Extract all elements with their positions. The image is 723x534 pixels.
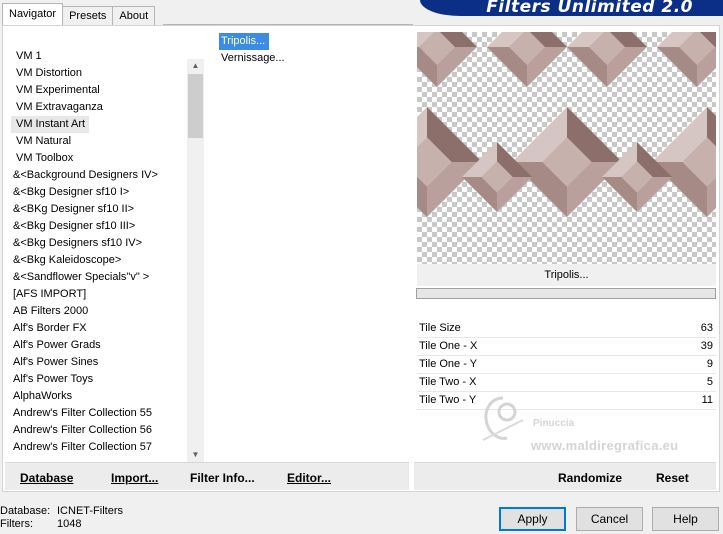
category-item[interactable]: &<Background Designers IV> <box>11 167 187 184</box>
database-label: Database: <box>0 505 51 517</box>
category-item[interactable]: Andrew's Filter Collection 57 <box>11 439 187 456</box>
parameter-value[interactable]: 39 <box>701 338 713 355</box>
category-item[interactable]: VM 1 <box>11 48 187 65</box>
tab-bar: Navigator Presets About <box>2 3 156 25</box>
banner-title: Filters Unlimited 2.0 <box>486 0 693 16</box>
category-item[interactable]: VM Distortion <box>11 65 187 82</box>
category-item[interactable]: &<Bkg Designers sf10 IV> <box>11 235 187 252</box>
watermark-url: www.maldiregrafica.eu <box>531 438 679 453</box>
footer-info: Database: ICNET-Filters Filters: 1048 <box>0 505 123 531</box>
preview-tile <box>417 107 482 217</box>
watermark-logo-icon <box>482 396 524 441</box>
database-button[interactable]: Database <box>20 471 73 485</box>
toolbar: Database Import... Filter Info... Editor… <box>5 462 717 490</box>
filter-item[interactable]: Tripolis... <box>219 33 270 50</box>
preview-tile <box>567 32 647 87</box>
filter-item[interactable]: Vernissage... <box>219 50 409 67</box>
preview-tile <box>487 32 567 87</box>
category-item[interactable]: VM Experimental <box>11 82 187 99</box>
scroll-thumb[interactable] <box>188 74 203 138</box>
preview-tile <box>417 32 477 87</box>
parameter-row[interactable]: Tile Size 63 <box>417 320 716 338</box>
filter-info-button[interactable]: Filter Info... <box>190 471 255 485</box>
filters-label: Filters: <box>0 518 33 530</box>
tab-presets[interactable]: Presets <box>62 6 114 25</box>
category-item[interactable]: AB Filters 2000 <box>11 303 187 320</box>
tab-navigator[interactable]: Navigator <box>2 3 64 25</box>
category-item[interactable]: Alf's Power Sines <box>11 354 187 371</box>
filter-list[interactable]: Tripolis... Vernissage... <box>219 33 409 67</box>
preview-tile <box>512 107 622 217</box>
watermark-name: Pinuccia <box>533 418 575 429</box>
category-item[interactable]: VM Instant Art <box>11 116 90 133</box>
parameter-name: Tile Two - X <box>419 376 477 388</box>
preview-tile <box>652 107 716 217</box>
category-item[interactable]: VM Toolbox <box>11 150 187 167</box>
scroll-up-icon[interactable]: ▲ <box>187 59 204 73</box>
category-item[interactable]: Andrew's Filter Collection 56 <box>11 422 187 439</box>
category-item[interactable]: &<Bkg Designer sf10 I> <box>11 184 187 201</box>
scroll-down-icon[interactable]: ▼ <box>187 448 204 462</box>
parameter-row[interactable]: Tile One - X 39 <box>417 338 716 356</box>
editor-button[interactable]: Editor... <box>287 471 331 485</box>
import-button[interactable]: Import... <box>111 471 158 485</box>
toolbar-left: Database Import... Filter Info... Editor… <box>5 462 409 490</box>
apply-button[interactable]: Apply <box>499 507 566 531</box>
progress-bar <box>416 288 716 299</box>
help-button[interactable]: Help <box>652 507 719 531</box>
tab-about[interactable]: About <box>112 6 156 25</box>
parameter-name: Tile Size <box>419 322 461 334</box>
category-item[interactable]: VM Extravaganza <box>11 99 187 116</box>
watermark: Pinuccia www.maldiregrafica.eu <box>473 386 713 456</box>
category-item[interactable]: &<Sandflower Specials"v" > <box>11 269 187 286</box>
category-list[interactable]: VM 1 VM Distortion VM Experimental VM Extra… <box>11 48 187 458</box>
category-scrollbar[interactable]: ▲ ▼ <box>187 59 204 462</box>
randomize-button[interactable]: Randomize <box>558 471 622 485</box>
preview-image <box>417 32 716 217</box>
category-item[interactable]: &<Bkg Kaleidoscope> <box>11 252 187 269</box>
parameter-name: Tile One - Y <box>419 358 478 370</box>
reset-button[interactable]: Reset <box>656 471 689 485</box>
category-item[interactable]: AlphaWorks <box>11 388 187 405</box>
parameter-name: Tile One - X <box>419 340 478 352</box>
filters-value: 1048 <box>57 518 82 530</box>
toolbar-right: Randomize Reset <box>414 462 716 490</box>
category-item[interactable]: VM Natural <box>11 133 187 150</box>
current-filter-label: Tripolis... <box>417 264 716 286</box>
database-value: ICNET-Filters <box>57 505 123 517</box>
category-item[interactable]: Andrew's Filter Collection 58 <box>11 456 187 458</box>
parameter-value[interactable]: 63 <box>701 320 713 337</box>
navigator-panel: VM 1 VM Distortion VM Experimental VM Extra… <box>2 25 720 492</box>
category-item[interactable]: &<Bkg Designer sf10 III> <box>11 218 187 235</box>
parameter-value[interactable]: 9 <box>707 356 713 373</box>
category-item[interactable]: Andrew's Filter Collection 55 <box>11 405 187 422</box>
preview-tile <box>657 32 716 87</box>
parameter-name: Tile Two - Y <box>419 394 477 406</box>
filter-preview <box>417 32 716 264</box>
category-item[interactable]: Alf's Power Toys <box>11 371 187 388</box>
cancel-button[interactable]: Cancel <box>576 507 643 531</box>
category-item[interactable]: Alf's Power Grads <box>11 337 187 354</box>
category-item[interactable]: Alf's Border FX <box>11 320 187 337</box>
parameter-row[interactable]: Tile One - Y 9 <box>417 356 716 374</box>
category-item[interactable]: [AFS IMPORT] <box>11 286 187 303</box>
category-item[interactable]: &<BKg Designer sf10 II> <box>11 201 187 218</box>
title-banner: Filters Unlimited 2.0 <box>420 0 723 16</box>
